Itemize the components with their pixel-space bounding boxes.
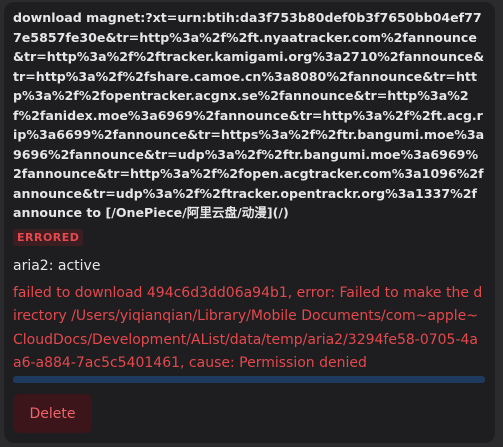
engine-status: aria2: active <box>13 257 101 274</box>
progress-fill <box>13 376 485 383</box>
error-message: failed to download 494c6d3dd06a94b1, err… <box>13 284 483 372</box>
delete-button[interactable]: Delete <box>13 394 92 433</box>
status-badge: ERRORED <box>13 228 84 246</box>
task-description: download magnet:?xt=urn:btih:da3f753b80d… <box>13 10 485 220</box>
progress-bar <box>13 376 485 383</box>
task-card: download magnet:?xt=urn:btih:da3f753b80d… <box>4 2 495 443</box>
